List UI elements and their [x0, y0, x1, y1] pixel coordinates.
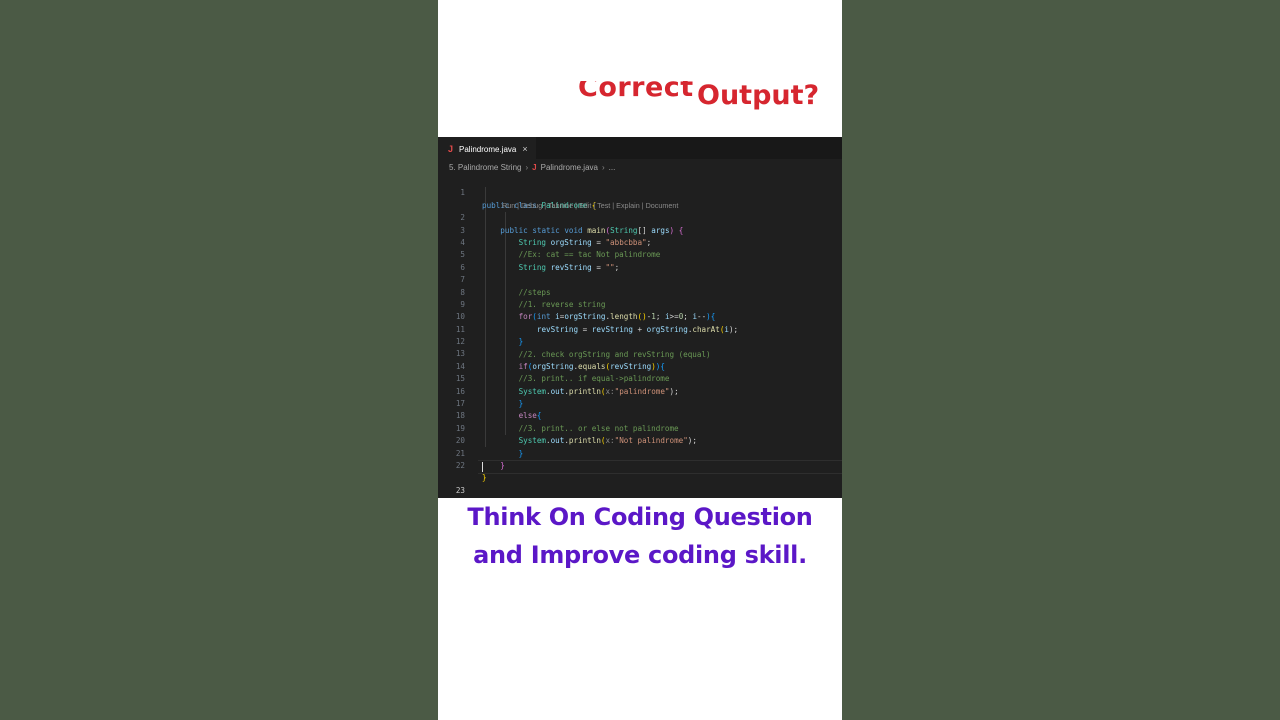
tab-palindrome-java[interactable]: J Palindrome.java × [438, 137, 536, 160]
headline-word-correct: Correct [578, 72, 694, 103]
code-line: 13 if(orgString.equals(revString)){ [438, 336, 842, 370]
breadcrumb: 5. Palindrome String › J Palindrome.java… [438, 159, 842, 175]
caption-line-2: and Improve coding skill. [473, 541, 807, 569]
code-line: 16 } [438, 373, 842, 408]
chevron-right-icon: › [601, 162, 605, 172]
code-line: 10 revString = revString + orgString.cha… [438, 299, 842, 333]
code-line: 12 //2. check orgString and revString (e… [438, 324, 842, 358]
code-line: 2 public static void main(String[] args)… [438, 200, 842, 234]
code-line: 19 System.out.println(x:"Not palindrome"… [438, 410, 842, 445]
breadcrumb-folder[interactable]: 5. Palindrome String [449, 163, 521, 172]
code-line: 11 } [438, 311, 842, 346]
tab-bar: J Palindrome.java × [438, 137, 842, 160]
code-line: 1 public class Palindrome { [438, 175, 842, 209]
video-card: Correct Output? J Palindrome.java × 5. P… [438, 0, 842, 720]
current-line-highlight [478, 459, 842, 475]
code-line: 17 else{ [438, 386, 842, 420]
code-line: 15 System.out.println(x:"palindrome"); [438, 361, 842, 395]
code-line-current: 23 [438, 459, 842, 495]
code-line: 18 //3. print.. or else not palindrome [438, 398, 842, 432]
headline: Correct Output? [578, 70, 838, 120]
breadcrumb-symbol[interactable]: ... [609, 163, 616, 172]
caption-line-1: Think On Coding Question [467, 503, 813, 531]
code-line: 8 //1. reverse string [438, 274, 842, 309]
code-editor: J Palindrome.java × 5. Palindrome String… [438, 137, 842, 498]
breadcrumb-file[interactable]: Palindrome.java [541, 163, 598, 172]
close-icon[interactable]: × [522, 144, 527, 154]
codelens: Run | Debug | Tabnine | Edit | Test | Ex… [438, 187, 842, 210]
code-line: 21 } [438, 435, 842, 470]
code-line: 7 //steps [438, 262, 842, 296]
code-line: 14 //3. print.. if equal->palindrome [438, 348, 842, 383]
tab-label: Palindrome.java [459, 144, 517, 154]
line-number: 23 [455, 485, 465, 495]
chevron-right-icon: › [525, 162, 529, 172]
code-line: 6 [438, 249, 842, 272]
code-line: 22 } [438, 448, 842, 482]
java-file-icon: J [532, 162, 537, 172]
java-file-icon: J [448, 144, 454, 154]
text-cursor [482, 461, 483, 472]
right-background [842, 0, 1280, 720]
code-line: 5 String revString = ""; [438, 237, 842, 271]
code-area[interactable]: 1 public class Palindrome { Run | Debug … [438, 175, 842, 495]
headline-word-output: Output? [697, 80, 820, 111]
code-line: 4 //Ex: cat == tac Not palindrome [438, 225, 842, 259]
code-line: 9 for(int i=orgString.length()-1; i>=0; … [438, 287, 842, 321]
left-background [0, 0, 438, 720]
caption: Think On Coding Question and Improve cod… [438, 498, 842, 574]
code-line: 20 } [438, 423, 842, 457]
code-line: 3 String orgString = "abbcbba"; [438, 212, 842, 247]
